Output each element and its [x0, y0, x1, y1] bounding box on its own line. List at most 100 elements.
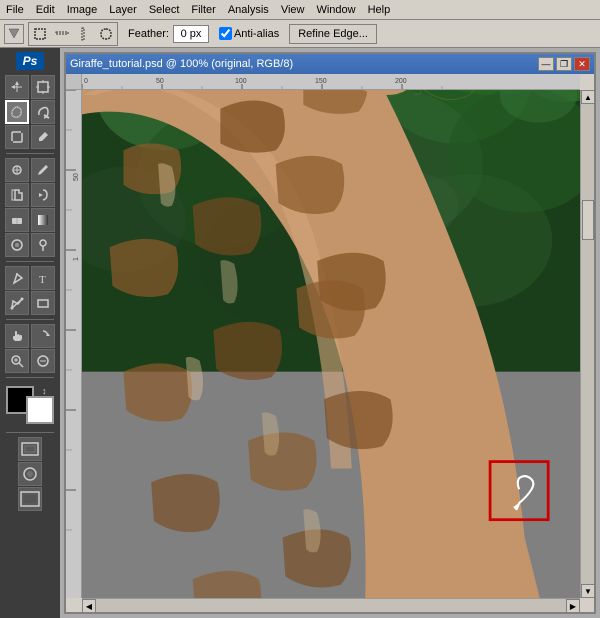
- ps-logo: Ps: [16, 52, 44, 70]
- lasso-btn[interactable]: [96, 24, 116, 44]
- separator-5: [6, 432, 54, 433]
- blur-tool-btn[interactable]: [5, 233, 29, 257]
- crop-tool-btn[interactable]: [5, 125, 29, 149]
- text-tool-btn[interactable]: T: [31, 266, 55, 290]
- eraser-tool-btn[interactable]: [5, 208, 29, 232]
- svg-text:1: 1: [73, 257, 80, 261]
- tool-row-11: [5, 349, 55, 373]
- menu-file[interactable]: File: [0, 2, 30, 18]
- anti-alias-option[interactable]: Anti-alias: [219, 27, 279, 40]
- clone-stamp-btn[interactable]: [5, 183, 29, 207]
- extra-tool-btn[interactable]: [31, 349, 55, 373]
- svg-text:150: 150: [315, 78, 327, 85]
- standard-mode-btn[interactable]: [18, 437, 42, 461]
- scroll-thumb-right[interactable]: [582, 200, 594, 240]
- tool-row-10: [5, 324, 55, 348]
- background-color[interactable]: [26, 396, 54, 424]
- main-area: Ps: [0, 48, 600, 618]
- pen-tool-btn[interactable]: [5, 266, 29, 290]
- title-buttons: — ❐ ✕: [538, 57, 590, 71]
- tool-row-mode: [18, 437, 42, 461]
- tool-options-group: [28, 22, 118, 46]
- tool-row-8: T: [5, 266, 55, 290]
- scroll-track-right[interactable]: [581, 104, 594, 584]
- scroll-left-button[interactable]: ◀: [82, 599, 96, 612]
- scrollbar-right: ▲ ▼: [580, 90, 594, 598]
- single-col-btn[interactable]: [74, 24, 94, 44]
- scrollbar-bottom: ◀ ▶: [82, 598, 580, 612]
- separator-4: [6, 377, 54, 378]
- svg-text:T: T: [39, 274, 46, 285]
- hand-tool-btn[interactable]: [5, 324, 29, 348]
- tool-row-1: [5, 75, 55, 99]
- rect-marquee-btn[interactable]: [30, 24, 50, 44]
- menu-filter[interactable]: Filter: [185, 2, 221, 18]
- svg-text:50: 50: [73, 173, 80, 181]
- zoom-tool-btn[interactable]: [5, 349, 29, 373]
- document-window: Giraffe_tutorial.psd @ 100% (original, R…: [64, 52, 596, 614]
- menu-view[interactable]: View: [275, 2, 311, 18]
- ruler-corner: [66, 74, 82, 90]
- menu-image[interactable]: Image: [61, 2, 104, 18]
- tool-row-5: [5, 183, 55, 207]
- toolbox: Ps: [0, 48, 60, 618]
- scroll-right-button[interactable]: ▶: [566, 599, 580, 612]
- lasso-select-btn[interactable]: [5, 100, 29, 124]
- brush-tool-btn[interactable]: [31, 158, 55, 182]
- quick-select-btn[interactable]: [31, 100, 55, 124]
- spot-heal-btn[interactable]: [5, 158, 29, 182]
- scroll-down-button[interactable]: ▼: [581, 584, 594, 598]
- move-tool-btn[interactable]: [5, 75, 29, 99]
- tool-row-7: [5, 233, 55, 257]
- dodge-tool-btn[interactable]: [31, 233, 55, 257]
- svg-text:200: 200: [395, 78, 407, 85]
- separator-1: [6, 153, 54, 154]
- quick-mask-btn[interactable]: [18, 462, 42, 486]
- document-content: 0 50 100 150 200: [66, 74, 594, 612]
- menu-analysis[interactable]: Analysis: [222, 2, 275, 18]
- shape-tool-btn[interactable]: [31, 291, 55, 315]
- separator-2: [6, 261, 54, 262]
- restore-button[interactable]: ❐: [556, 57, 572, 71]
- options-bar: Feather: Anti-alias Refine Edge...: [0, 20, 600, 48]
- menu-window[interactable]: Window: [310, 2, 361, 18]
- separator-3: [6, 319, 54, 320]
- single-row-btn[interactable]: [52, 24, 72, 44]
- menu-layer[interactable]: Layer: [103, 2, 143, 18]
- color-swatches[interactable]: ↕: [6, 386, 54, 424]
- svg-text:50: 50: [156, 78, 164, 85]
- close-button[interactable]: ✕: [574, 57, 590, 71]
- scroll-track-bottom[interactable]: [96, 599, 566, 612]
- tool-row-4: [5, 158, 55, 182]
- tool-preset-icon[interactable]: [4, 24, 24, 44]
- menu-help[interactable]: Help: [362, 2, 397, 18]
- rotate-view-btn[interactable]: [31, 324, 55, 348]
- tool-row-9: [5, 291, 55, 315]
- canvas-area: Giraffe_tutorial.psd @ 100% (original, R…: [60, 48, 600, 618]
- feather-label: Feather:: [128, 28, 169, 40]
- history-brush-btn[interactable]: [31, 183, 55, 207]
- tool-row-2: [5, 100, 55, 124]
- feather-input[interactable]: [173, 25, 209, 43]
- gradient-tool-btn[interactable]: [31, 208, 55, 232]
- scroll-up-button[interactable]: ▲: [581, 90, 594, 104]
- giraffe-image: [82, 90, 580, 598]
- anti-alias-checkbox[interactable]: [219, 27, 232, 40]
- screen-mode-btn[interactable]: [18, 487, 42, 511]
- refine-edge-button[interactable]: Refine Edge...: [289, 24, 377, 44]
- tool-row-3: [5, 125, 55, 149]
- menu-select[interactable]: Select: [143, 2, 186, 18]
- image-canvas: [82, 90, 580, 598]
- tool-row-screen: [18, 487, 42, 511]
- artboard-tool-btn[interactable]: [31, 75, 55, 99]
- menu-edit[interactable]: Edit: [30, 2, 61, 18]
- svg-text:100: 100: [235, 78, 247, 85]
- document-title: Giraffe_tutorial.psd @ 100% (original, R…: [70, 58, 293, 70]
- tool-row-mask: [18, 462, 42, 486]
- minimize-button[interactable]: —: [538, 57, 554, 71]
- eyedropper-btn[interactable]: [31, 125, 55, 149]
- anti-alias-label: Anti-alias: [234, 28, 279, 40]
- ruler-left: 50 1: [66, 90, 82, 598]
- path-select-btn[interactable]: [5, 291, 29, 315]
- swap-colors-icon[interactable]: ↕: [42, 386, 54, 398]
